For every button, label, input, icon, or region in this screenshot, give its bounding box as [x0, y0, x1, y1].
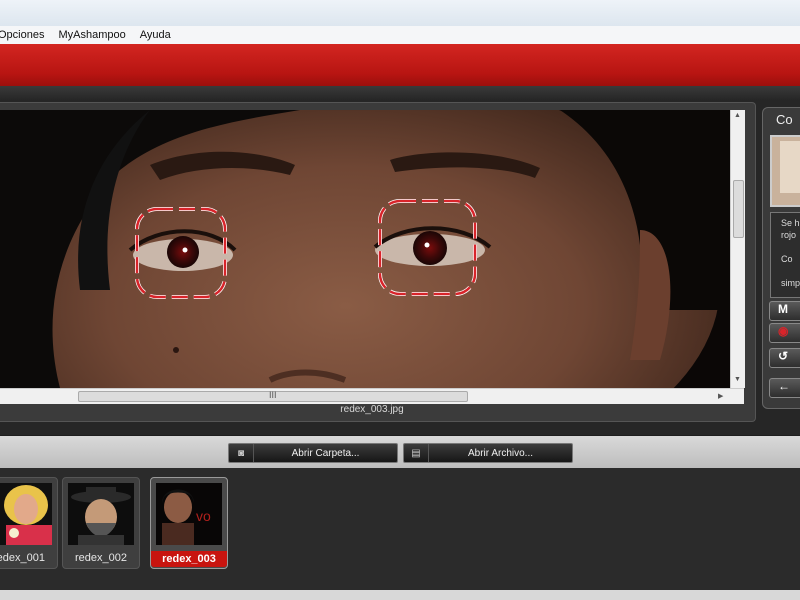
horizontal-scroll-thumb[interactable]: III — [78, 390, 468, 402]
back-button[interactable]: ← — [769, 378, 800, 398]
open-file-button[interactable]: ▤ Abrir Archivo... — [403, 443, 573, 463]
scroll-up-icon[interactable]: ▲ — [734, 112, 741, 119]
header-shadow — [0, 86, 800, 100]
side-panel-title: Co — [776, 112, 793, 127]
face-photo — [0, 110, 730, 388]
file-toolbar — [0, 436, 800, 468]
menu-opciones[interactable]: Opciones — [0, 29, 44, 41]
undo-button[interactable]: ↺ — [769, 348, 800, 368]
menu-myashampoo[interactable]: MyAshampoo — [58, 29, 125, 41]
thumbnail-image: vo — [156, 483, 222, 545]
image-filename: redex_003.jpg — [340, 404, 404, 415]
scroll-down-icon[interactable]: ▼ — [734, 376, 741, 383]
scroll-right-icon[interactable]: ▶ — [718, 392, 723, 400]
eye-manual-icon: M — [778, 302, 788, 316]
camera-icon: ◙ — [229, 444, 254, 462]
file-icon: ▤ — [404, 444, 429, 462]
vertical-scroll-thumb[interactable] — [733, 180, 744, 238]
eye-icon: ◉ — [778, 324, 789, 338]
side-panel-instructions: Se h rojo Co simpl — [770, 212, 800, 298]
photo-canvas[interactable] — [0, 110, 730, 388]
undo-icon: ↺ — [778, 349, 789, 363]
thumbnail-card[interactable]: redex_002 — [62, 477, 140, 569]
open-folder-button[interactable]: ◙ Abrir Carpeta... — [228, 443, 398, 463]
horizontal-scrollbar[interactable]: III ▶ — [0, 388, 744, 404]
thumbnail-card[interactable]: redex_001 — [0, 477, 58, 569]
thumbnail-image — [68, 483, 134, 545]
side-panel-preview — [770, 135, 800, 207]
thumbnail-card-selected[interactable]: vo redex_003 — [150, 477, 228, 569]
back-arrow-icon: ← — [778, 379, 790, 393]
thumbnail-image — [0, 483, 52, 545]
menu-bar: Opciones MyAshampoo Ayuda — [0, 26, 800, 44]
scroll-grip: III — [269, 390, 277, 400]
svg-text:vo: vo — [196, 508, 211, 524]
vertical-scrollbar[interactable]: ▲ ▼ — [730, 110, 745, 388]
manual-eye-button[interactable]: M — [769, 301, 800, 321]
bottom-edge — [0, 590, 800, 600]
menu-ayuda[interactable]: Ayuda — [140, 29, 171, 41]
window-titlebar — [0, 0, 800, 27]
header-red-band — [0, 44, 800, 86]
auto-eye-button[interactable]: ◉ — [769, 323, 800, 343]
